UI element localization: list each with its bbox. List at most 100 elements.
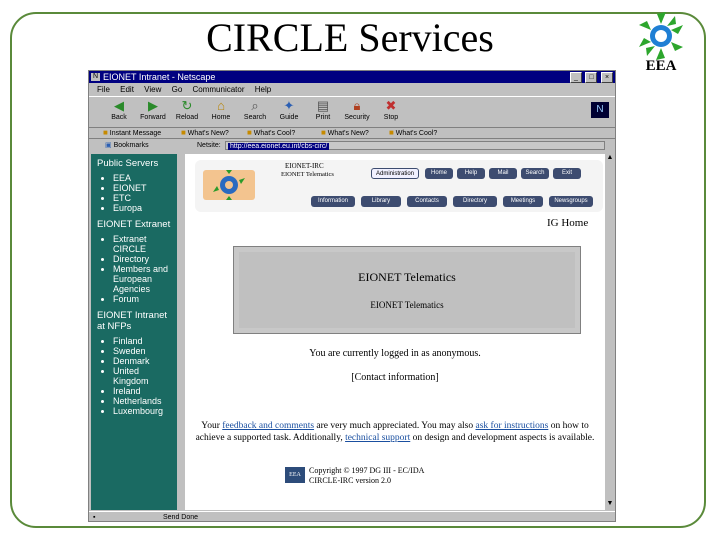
navigation-toolbar: ◀ Back ▶ Forward ↻ Reload ⌂ Home ⌕ Search ✦ Gu… <box>89 96 615 128</box>
content-frame: EIONET-IRC EIONET Telematics Administrat… <box>185 154 605 510</box>
stop-icon: ✖ <box>385 98 397 113</box>
maximize-button[interactable]: □ <box>585 72 598 83</box>
arrow-right-icon: ▶ <box>148 98 158 113</box>
scroll-up-icon[interactable]: ▲ <box>605 154 615 164</box>
status-security-icon: ▪ <box>93 514 96 521</box>
copyright-line: Copyright © 1997 DG III - EC/IDA <box>309 466 425 475</box>
contact-information-link[interactable]: [Contact information] <box>185 372 605 383</box>
login-status: You are currently logged in as anonymous… <box>309 348 481 359</box>
home-nav-button[interactable]: Home <box>425 168 453 179</box>
sidebar-link-europa[interactable]: Europa <box>113 203 177 213</box>
sidebar-link-sweden[interactable]: Sweden <box>113 346 177 356</box>
sidebar-frame: Public Servers EEA EIONET ETC Europa EIO… <box>91 154 177 510</box>
exit-nav-button[interactable]: Exit <box>553 168 581 179</box>
sidebar-link-eea[interactable]: EEA <box>113 173 177 183</box>
menu-file[interactable]: File <box>97 85 110 94</box>
feedback-link[interactable]: feedback and comments <box>222 421 314 431</box>
eea-logo-text: EEA <box>645 58 677 74</box>
contacts-nav-button[interactable]: Contacts <box>407 196 447 207</box>
sidebar-link-eionet[interactable]: EIONET <box>113 183 177 193</box>
meetings-nav-button[interactable]: Meetings <box>503 196 543 207</box>
sidebar-link-united-kingdom[interactable]: United Kingdom <box>113 366 177 386</box>
bookmark-icon: ■ <box>181 128 186 137</box>
sidebar-heading-intranet-nfps: EIONET Intranet at NFPs <box>97 310 168 332</box>
stop-button[interactable]: ✖ Stop <box>375 99 407 125</box>
menu-communicator[interactable]: Communicator <box>193 85 245 94</box>
netscape-icon: N <box>91 73 100 81</box>
telematics-subtitle: EIONET Telematics <box>370 300 444 310</box>
sidebar-link-forum[interactable]: Forum <box>113 294 177 304</box>
sidebar-link-directory[interactable]: Directory <box>113 254 177 264</box>
content-scrollbar[interactable]: ▲ ▼ <box>605 154 615 510</box>
sidebar-link-netherlands[interactable]: Netherlands <box>113 396 177 406</box>
location-label: Netsite: <box>197 142 221 149</box>
bookmark-icon: ■ <box>103 128 108 137</box>
sidebar-link-denmark[interactable]: Denmark <box>113 356 177 366</box>
technical-support-link[interactable]: technical support <box>345 433 410 443</box>
scroll-down-icon[interactable]: ▼ <box>605 500 615 510</box>
telematics-box: EIONET Telematics EIONET Telematics <box>233 246 581 334</box>
administration-button[interactable]: Administration <box>371 168 419 179</box>
directory-nav-button[interactable]: Directory <box>453 196 497 207</box>
sidebar-scrollbar[interactable] <box>177 154 185 510</box>
search-icon: ⌕ <box>251 98 259 113</box>
bookmark-whats-new[interactable]: ■ What's New? <box>181 127 229 139</box>
location-url: http://eea.eionet.eu.int/cbs-circ/ <box>228 143 330 150</box>
close-button[interactable]: × <box>601 72 613 83</box>
ask-instructions-link[interactable]: ask for instructions <box>476 421 549 431</box>
netscape-logo-icon: N <box>591 102 609 118</box>
slide-title: CIRCLE Services <box>206 15 494 60</box>
status-bar: ▪ Send Done <box>89 511 615 521</box>
mail-nav-button[interactable]: Mail <box>489 168 517 179</box>
menu-bar: File Edit View Go Communicator Help <box>89 84 615 95</box>
reload-button[interactable]: ↻ Reload <box>171 99 203 125</box>
circle-banner: EIONET-IRC EIONET Telematics Administrat… <box>195 160 603 212</box>
status-text: Send Done <box>163 514 199 521</box>
home-button[interactable]: ⌂ Home <box>205 99 237 125</box>
sidebar-link-finland[interactable]: Finland <box>113 336 177 346</box>
sidebar-link-members[interactable]: Members and European Agencies <box>113 264 177 294</box>
reload-icon: ↻ <box>181 98 193 113</box>
print-icon: ▤ <box>316 98 330 113</box>
bookmark-icon: ■ <box>389 128 394 137</box>
telematics-box-inner: EIONET Telematics EIONET Telematics <box>239 252 575 328</box>
copyright-block: EEA Copyright © 1997 DG III - EC/IDA CIR… <box>285 466 425 486</box>
location-input[interactable]: http://eea.eionet.eu.int/cbs-circ/ <box>225 141 605 150</box>
help-nav-button[interactable]: Help <box>457 168 485 179</box>
sidebar-link-etc[interactable]: ETC <box>113 193 177 203</box>
forward-button[interactable]: ▶ Forward <box>137 99 169 125</box>
back-button[interactable]: ◀ Back <box>103 99 135 125</box>
circle-logo-icon <box>203 170 255 200</box>
print-button[interactable]: ▤ Print <box>307 99 339 125</box>
feedback-paragraph: Your feedback and comments are very much… <box>195 421 595 443</box>
menu-help[interactable]: Help <box>255 85 271 94</box>
window-titlebar[interactable]: N EIONET Intranet - Netscape _ □ × <box>89 71 615 83</box>
bookmarks-button[interactable]: ▣ Bookmarks <box>105 139 149 153</box>
guide-button[interactable]: ✦ Guide <box>273 99 305 125</box>
security-button[interactable]: 🔒︎ Security <box>341 99 373 125</box>
bookmark-icon: ■ <box>247 128 252 137</box>
bookmark-whats-new-2[interactable]: ■ What's New? <box>321 127 369 139</box>
sidebar-heading-extranet: EIONET Extranet <box>97 219 171 230</box>
search-nav-button[interactable]: Search <box>521 168 549 179</box>
arrow-left-icon: ◀ <box>114 98 124 113</box>
lock-icon: 🔒︎ <box>353 98 361 113</box>
minimize-button[interactable]: _ <box>569 72 582 83</box>
eea-small-logo-icon: EEA <box>285 467 305 483</box>
sidebar-link-luxembourg[interactable]: Luxembourg <box>113 406 177 416</box>
menu-edit[interactable]: Edit <box>120 85 134 94</box>
bookmark-whats-cool[interactable]: ■ What's Cool? <box>247 127 295 139</box>
browser-window: N EIONET Intranet - Netscape _ □ × File … <box>88 70 616 522</box>
library-nav-button[interactable]: Library <box>361 196 401 207</box>
sidebar-link-extranet-circle[interactable]: Extranet CIRCLE <box>113 234 177 254</box>
bookmark-whats-cool-2[interactable]: ■ What's Cool? <box>389 127 437 139</box>
newsgroups-nav-button[interactable]: Newsgroups <box>549 196 593 207</box>
menu-go[interactable]: Go <box>172 85 183 94</box>
bookmark-icon: ■ <box>321 128 326 137</box>
search-button[interactable]: ⌕ Search <box>239 99 271 125</box>
sidebar-link-ireland[interactable]: Ireland <box>113 386 177 396</box>
menu-view[interactable]: View <box>144 85 161 94</box>
telematics-title: EIONET Telematics <box>358 270 456 284</box>
bookmark-instant-message[interactable]: ■ Instant Message <box>103 127 161 139</box>
information-nav-button[interactable]: Information <box>311 196 355 207</box>
